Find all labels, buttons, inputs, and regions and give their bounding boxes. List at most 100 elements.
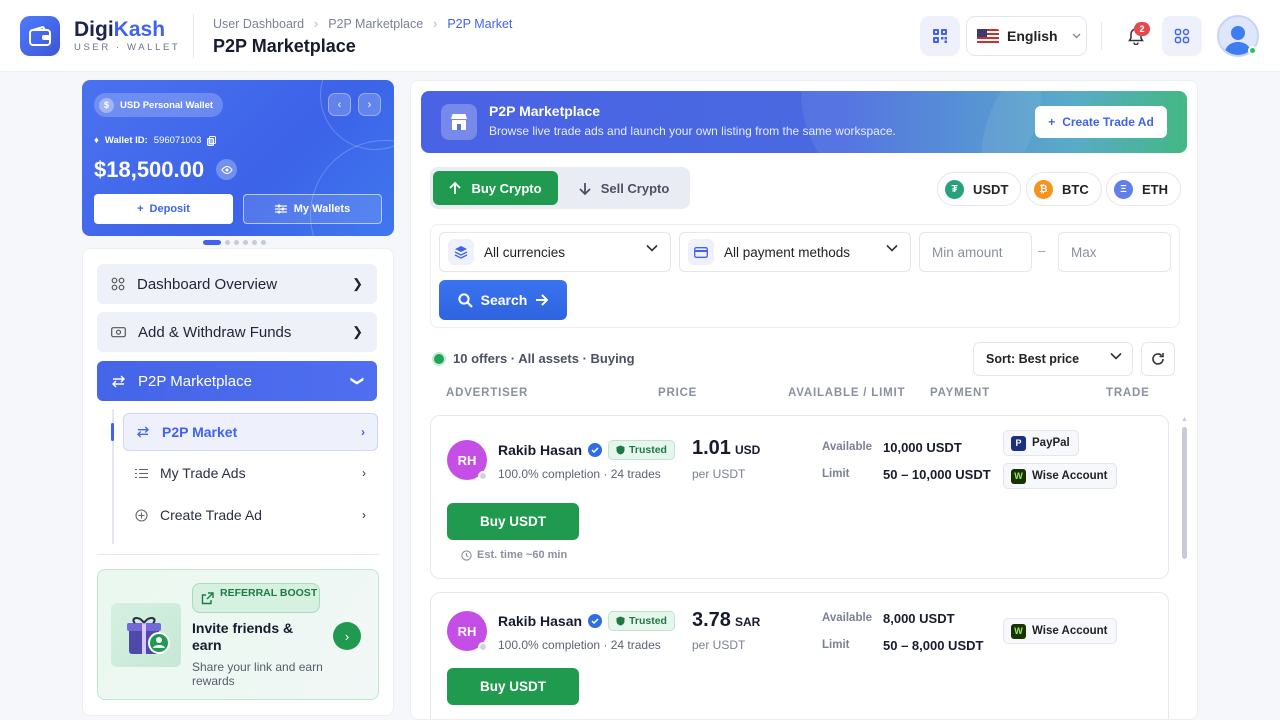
- grid-icon: [111, 277, 125, 291]
- sort-select[interactable]: Sort: Best price: [973, 342, 1133, 376]
- apps-grid-icon: [1174, 28, 1190, 44]
- plus-icon: +: [1048, 115, 1056, 129]
- payment-method-label: Wise Account: [1032, 625, 1108, 637]
- referral-card[interactable]: REFERRAL BOOST Invite friends & earn Sha…: [97, 569, 379, 700]
- available-label: Available: [822, 441, 873, 453]
- apps-grid-button[interactable]: [1162, 16, 1202, 56]
- language-label: English: [1007, 28, 1058, 44]
- breadcrumb-user-dashboard[interactable]: User Dashboard: [213, 17, 304, 31]
- wallet-prev-button[interactable]: ‹: [328, 93, 351, 116]
- eye-icon: [220, 165, 233, 174]
- wallet-logo-icon[interactable]: [20, 16, 60, 56]
- my-wallets-button[interactable]: My Wallets: [243, 194, 382, 224]
- offers-scrollbar[interactable]: [1182, 427, 1187, 559]
- toggle-balance-button[interactable]: [216, 159, 237, 180]
- wise-icon: W: [1011, 623, 1026, 639]
- tab-label: Buy Crypto: [471, 180, 542, 196]
- create-trade-ad-button[interactable]: + Create Trade Ad: [1035, 106, 1167, 138]
- available-label: Available: [822, 612, 873, 624]
- advertiser-name[interactable]: Rakib Hasan: [498, 613, 582, 629]
- price-unit: per USDT: [692, 638, 746, 652]
- available-value: 10,000 USDT: [883, 440, 962, 455]
- deposit-button[interactable]: + Deposit: [94, 194, 233, 224]
- sidebar-item-dashboard-overview[interactable]: Dashboard Overview ❯: [97, 264, 377, 304]
- referral-subtitle: Share your link and earn rewards: [192, 660, 323, 688]
- wise-icon: W: [1011, 468, 1026, 484]
- plus-circle-icon: [135, 508, 148, 522]
- available-value: 8,000 USDT: [883, 611, 955, 626]
- scroll-up-arrow-icon[interactable]: ▲: [1181, 416, 1188, 423]
- my-wallets-label: My Wallets: [293, 203, 351, 215]
- plus-icon: +: [137, 203, 144, 215]
- sidebar-item-p2p-marketplace[interactable]: P2P Marketplace ❯: [97, 361, 377, 401]
- advertiser-name[interactable]: Rakib Hasan: [498, 442, 582, 458]
- carousel-dot[interactable]: [261, 240, 266, 245]
- carousel-dot[interactable]: [203, 240, 221, 245]
- chevron-right-icon: ❯: [352, 324, 363, 339]
- carousel-dot[interactable]: [252, 240, 257, 245]
- page-title: P2P Marketplace: [213, 36, 356, 56]
- layers-icon: [448, 239, 474, 265]
- buy-usdt-button[interactable]: Buy USDT: [447, 668, 579, 705]
- offer-card: RH Rakib Hasan Trusted 100.0% completion…: [430, 415, 1169, 579]
- sidebar-item-label: Add & Withdraw Funds: [138, 323, 292, 341]
- carousel-dot[interactable]: [234, 240, 239, 245]
- trusted-badge-label: Trusted: [629, 615, 667, 627]
- referral-tag-label: REFERRAL BOOST: [220, 587, 318, 599]
- shield-icon: [616, 445, 625, 455]
- chevron-down-icon: ❯: [350, 375, 366, 387]
- advertiser-avatar[interactable]: RH: [447, 611, 488, 652]
- wallet-card: $ USD Personal Wallet ‹ › ♦ Wallet ID: 5…: [82, 80, 394, 236]
- carousel-dot[interactable]: [243, 240, 248, 245]
- payment-method-wise: W Wise Account: [1003, 618, 1117, 644]
- tab-label: Sell Crypto: [600, 180, 670, 196]
- coin-filter-usdt[interactable]: ₮ USDT: [937, 172, 1022, 206]
- column-header-trade: TRADE: [1106, 387, 1150, 399]
- buy-usdt-button[interactable]: Buy USDT: [447, 503, 579, 540]
- payment-method-select[interactable]: All payment methods: [679, 232, 911, 272]
- chevron-right-icon: ›: [361, 425, 365, 439]
- search-button[interactable]: Search: [439, 280, 567, 320]
- tether-icon: ₮: [945, 179, 964, 199]
- language-select[interactable]: English: [966, 16, 1087, 56]
- offline-status-dot: [478, 642, 488, 652]
- carousel-dot[interactable]: [225, 240, 230, 245]
- gift-illustration-icon: [111, 603, 181, 667]
- list-icon: [135, 468, 148, 478]
- referral-go-button[interactable]: ›: [333, 622, 361, 650]
- refresh-button[interactable]: [1141, 342, 1175, 376]
- sliders-icon: [274, 204, 287, 214]
- submenu-item-p2p-market[interactable]: P2P Market ›: [123, 413, 378, 451]
- trusted-badge: Trusted: [608, 611, 675, 631]
- sidebar-item-add-withdraw-funds[interactable]: Add & Withdraw Funds ❯: [97, 312, 377, 352]
- offer-price: 1.01 USD: [692, 437, 761, 459]
- advertiser-avatar[interactable]: RH: [447, 440, 488, 481]
- payment-select-value: All payment methods: [724, 244, 851, 260]
- currency-select[interactable]: All currencies: [439, 232, 671, 272]
- filter-panel: All currencies All payment methods – Sea…: [430, 224, 1180, 328]
- chevron-down-icon: [886, 244, 898, 252]
- min-amount-input[interactable]: [919, 232, 1032, 272]
- qr-code-button[interactable]: [920, 16, 960, 56]
- tab-buy-crypto[interactable]: Buy Crypto: [433, 171, 558, 205]
- divider: [193, 14, 194, 58]
- wallet-next-button[interactable]: ›: [358, 93, 381, 116]
- tab-sell-crypto[interactable]: Sell Crypto: [561, 171, 687, 205]
- search-label: Search: [480, 292, 528, 308]
- referral-title: Invite friends & earn: [192, 620, 294, 653]
- coin-label: USDT: [973, 181, 1009, 197]
- max-amount-input[interactable]: [1058, 232, 1171, 272]
- banner-title: P2P Marketplace: [489, 103, 601, 119]
- coin-filter-eth[interactable]: Ξ ETH: [1106, 172, 1181, 206]
- copy-icon[interactable]: [207, 135, 217, 146]
- submenu-item-create-trade-ad[interactable]: Create Trade Ad ›: [123, 496, 378, 534]
- submenu-item-my-trade-ads[interactable]: My Trade Ads ›: [123, 454, 378, 492]
- swap-arrows-icon: [112, 375, 125, 387]
- breadcrumb-p2p-marketplace[interactable]: P2P Marketplace: [328, 17, 423, 31]
- limit-value: 50 – 8,000 USDT: [883, 638, 984, 653]
- referral-tag: REFERRAL BOOST: [192, 583, 320, 613]
- submenu-active-marker: [111, 423, 114, 441]
- coin-label: BTC: [1062, 181, 1089, 197]
- wallet-chip[interactable]: $ USD Personal Wallet: [94, 93, 224, 117]
- coin-filter-btc[interactable]: ₿ BTC: [1026, 172, 1102, 206]
